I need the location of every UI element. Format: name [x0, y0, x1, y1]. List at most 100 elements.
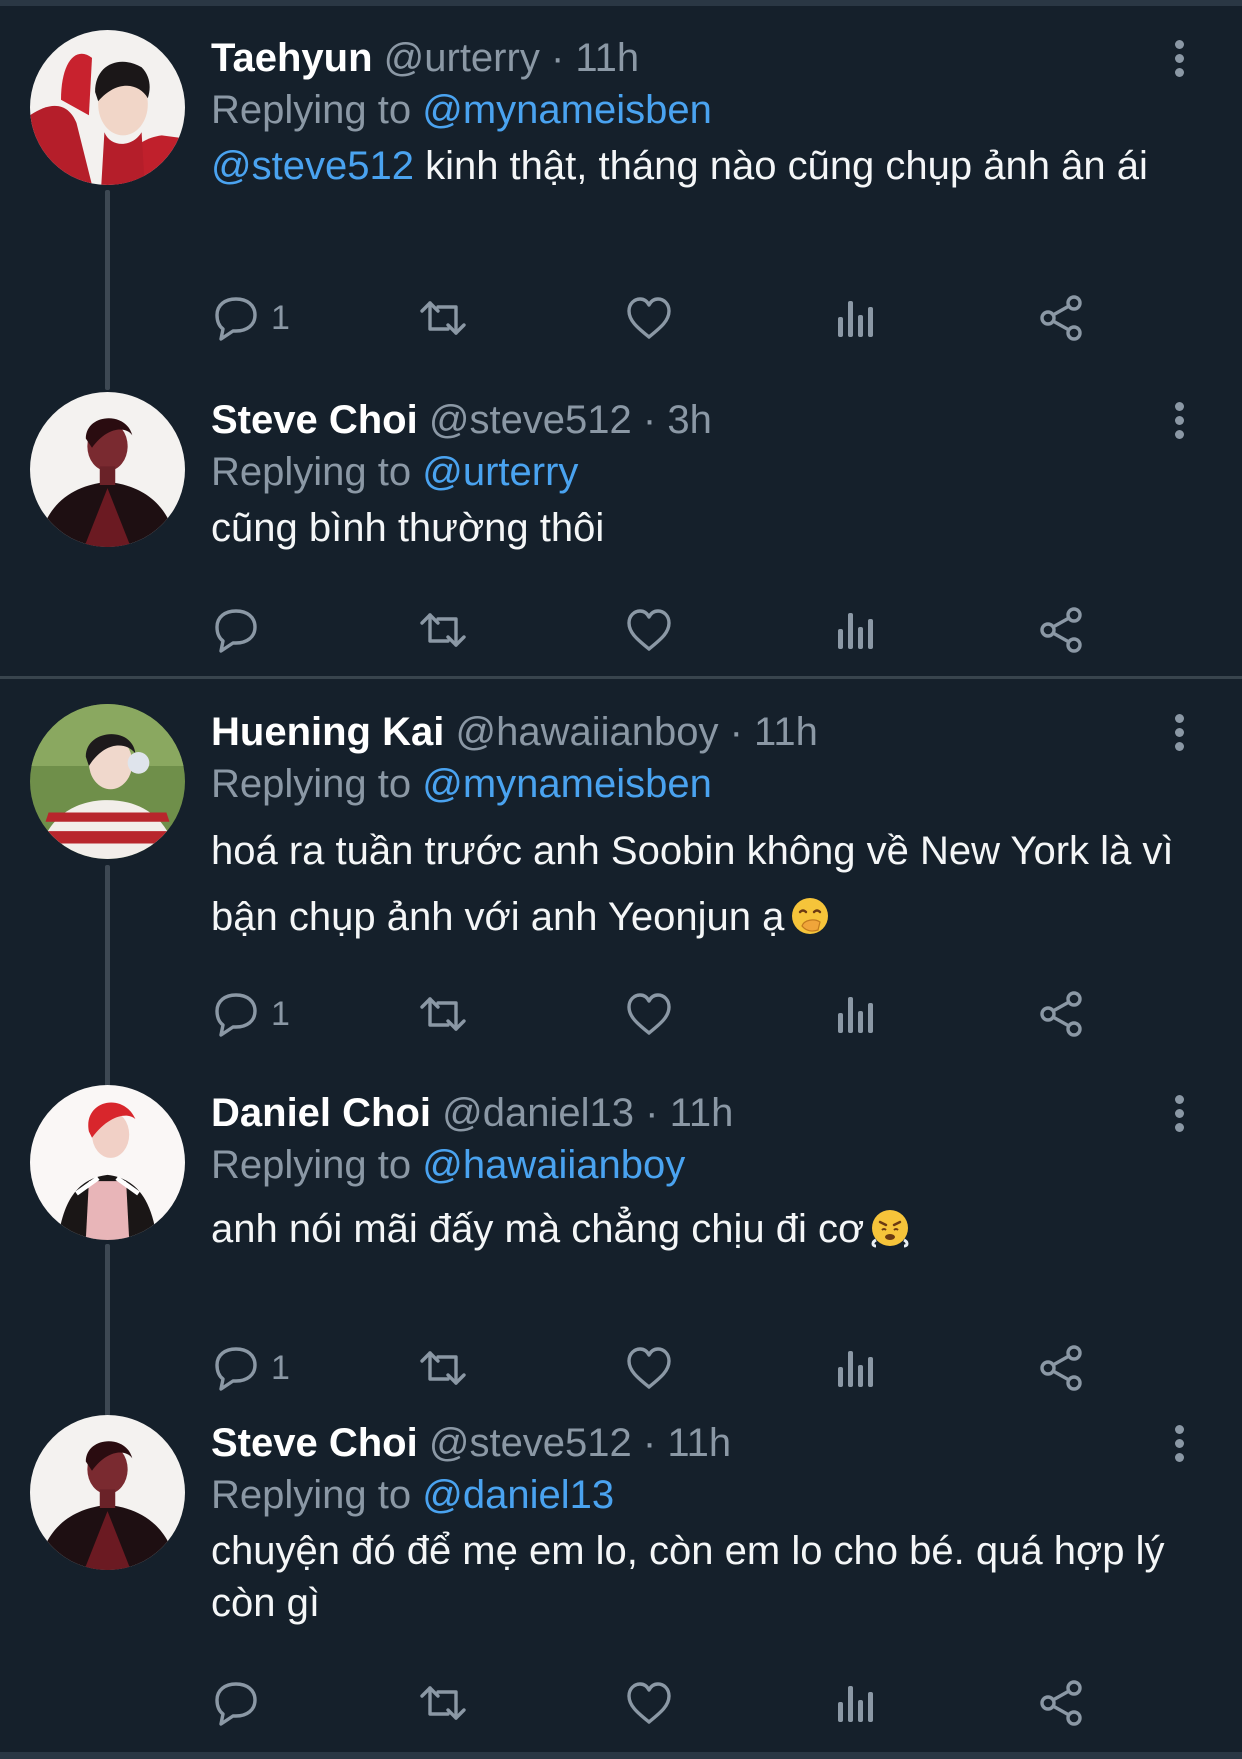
tweet-text-content: kinh thật, tháng nào cũng chụp ảnh ân ái [413, 144, 1148, 188]
separator-dot: · [642, 398, 657, 442]
tweet-header: Daniel Choi @daniel13 · 11h [211, 1089, 733, 1137]
analytics-button[interactable] [830, 986, 880, 1042]
more-options-icon[interactable] [1166, 40, 1192, 84]
retweet-button[interactable] [418, 602, 468, 658]
analytics-button[interactable] [830, 1340, 880, 1396]
analytics-button[interactable] [830, 602, 880, 658]
retweet-button[interactable] [418, 1675, 468, 1731]
replying-label: Replying to [211, 450, 412, 494]
timestamp[interactable]: 11h [667, 1421, 731, 1465]
share-button[interactable] [1036, 1340, 1086, 1396]
huffing-face-emoji [871, 1210, 909, 1248]
share-icon [1040, 1680, 1082, 1726]
author-name[interactable]: Steve Choi [211, 1421, 418, 1465]
reply-button[interactable]: 1 [211, 1340, 290, 1396]
tweet-text: hoá ra tuần trước anh Soobin không về Ne… [211, 818, 1211, 950]
share-button[interactable] [1036, 602, 1086, 658]
author-name[interactable]: Taehyun [211, 36, 373, 80]
like-icon [627, 1682, 671, 1724]
like-button[interactable] [624, 1675, 674, 1731]
replying-handle-link[interactable]: @mynameisben [422, 88, 712, 132]
reply-button[interactable]: 1 [211, 986, 290, 1042]
replying-to: Replying to @urterry [211, 448, 578, 496]
separator-dot: · [645, 1091, 659, 1135]
analytics-icon [838, 613, 873, 649]
reply-count: 1 [271, 1348, 290, 1387]
reply-icon [215, 297, 257, 341]
reply-count: 1 [271, 298, 290, 337]
like-button[interactable] [624, 986, 674, 1042]
replying-label: Replying to [211, 762, 412, 806]
reply-icon [215, 1347, 257, 1391]
like-icon [627, 1347, 671, 1389]
retweet-icon [420, 1686, 466, 1720]
analytics-icon [838, 1351, 873, 1387]
analytics-button[interactable] [830, 1675, 880, 1731]
separator-dot: · [729, 710, 743, 754]
avatar[interactable] [30, 30, 185, 185]
replying-to: Replying to @hawaiianboy [211, 1141, 685, 1189]
separator-dot: · [642, 1421, 657, 1465]
more-options-icon[interactable] [1166, 1095, 1192, 1139]
author-name[interactable]: Steve Choi [211, 398, 418, 442]
share-icon [1040, 1345, 1082, 1391]
tweet-header: Steve Choi @steve512 · 11h [211, 1419, 731, 1467]
replying-to: Replying to @daniel13 [211, 1471, 614, 1519]
author-handle[interactable]: @hawaiianboy [455, 710, 718, 754]
top-border [0, 0, 1242, 6]
reply-button[interactable] [211, 1675, 261, 1731]
tweet-text: chuyện đó để mẹ em lo, còn em lo cho bé.… [211, 1529, 1165, 1625]
replying-handle-link[interactable]: @mynameisben [422, 762, 712, 806]
tweet-actions: 1 [0, 986, 1242, 1046]
replying-label: Replying to [211, 1473, 412, 1517]
share-button[interactable] [1036, 1675, 1086, 1731]
tweet-header: Taehyun @urterry · 11h [211, 34, 639, 82]
thread-connector [105, 865, 110, 1087]
timestamp[interactable]: 11h [670, 1091, 734, 1135]
like-button[interactable] [624, 602, 674, 658]
share-button[interactable] [1036, 290, 1086, 346]
analytics-icon [838, 301, 873, 337]
author-handle[interactable]: @urterry [384, 36, 540, 80]
replying-label: Replying to [211, 88, 412, 132]
tweet-text: anh nói mãi đấy mà chẳng chịu đi cơ [211, 1203, 1211, 1255]
avatar[interactable] [30, 1085, 185, 1240]
avatar[interactable] [30, 392, 185, 547]
replying-handle-link[interactable]: @urterry [422, 450, 578, 494]
timestamp[interactable]: 11h [575, 36, 639, 80]
replying-label: Replying to [211, 1143, 412, 1187]
replying-to: Replying to @mynameisben [211, 86, 712, 134]
share-icon [1040, 295, 1082, 341]
author-handle[interactable]: @steve512 [429, 398, 632, 442]
reply-button[interactable]: 1 [211, 290, 290, 346]
like-button[interactable] [624, 1340, 674, 1396]
timestamp[interactable]: 11h [754, 710, 818, 754]
more-options-icon[interactable] [1166, 402, 1192, 446]
hand-over-mouth-emoji [792, 898, 829, 934]
separator-dot: · [550, 36, 565, 80]
mention-link[interactable]: @steve512 [211, 144, 414, 188]
author-handle[interactable]: @steve512 [429, 1421, 632, 1465]
author-name[interactable]: Daniel Choi [211, 1091, 431, 1135]
author-name[interactable]: Huening Kai [211, 710, 444, 754]
retweet-button[interactable] [418, 1340, 468, 1396]
author-handle[interactable]: @daniel13 [442, 1091, 634, 1135]
retweet-button[interactable] [418, 986, 468, 1042]
more-options-icon[interactable] [1166, 1425, 1192, 1469]
share-icon [1040, 991, 1082, 1037]
reply-icon [215, 609, 257, 653]
analytics-button[interactable] [830, 290, 880, 346]
tweet-actions: 1 [0, 1340, 1242, 1400]
tweet-text-content: anh nói mãi đấy mà chẳng chịu đi cơ [211, 1207, 865, 1251]
share-button[interactable] [1036, 986, 1086, 1042]
avatar[interactable] [30, 1415, 185, 1570]
reply-button[interactable] [211, 602, 261, 658]
more-options-icon[interactable] [1166, 714, 1192, 758]
replying-handle-link[interactable]: @daniel13 [422, 1473, 614, 1517]
like-button[interactable] [624, 290, 674, 346]
timestamp[interactable]: 3h [667, 398, 712, 442]
avatar[interactable] [30, 704, 185, 859]
analytics-icon [838, 997, 873, 1033]
replying-handle-link[interactable]: @hawaiianboy [422, 1143, 685, 1187]
retweet-button[interactable] [418, 290, 468, 346]
